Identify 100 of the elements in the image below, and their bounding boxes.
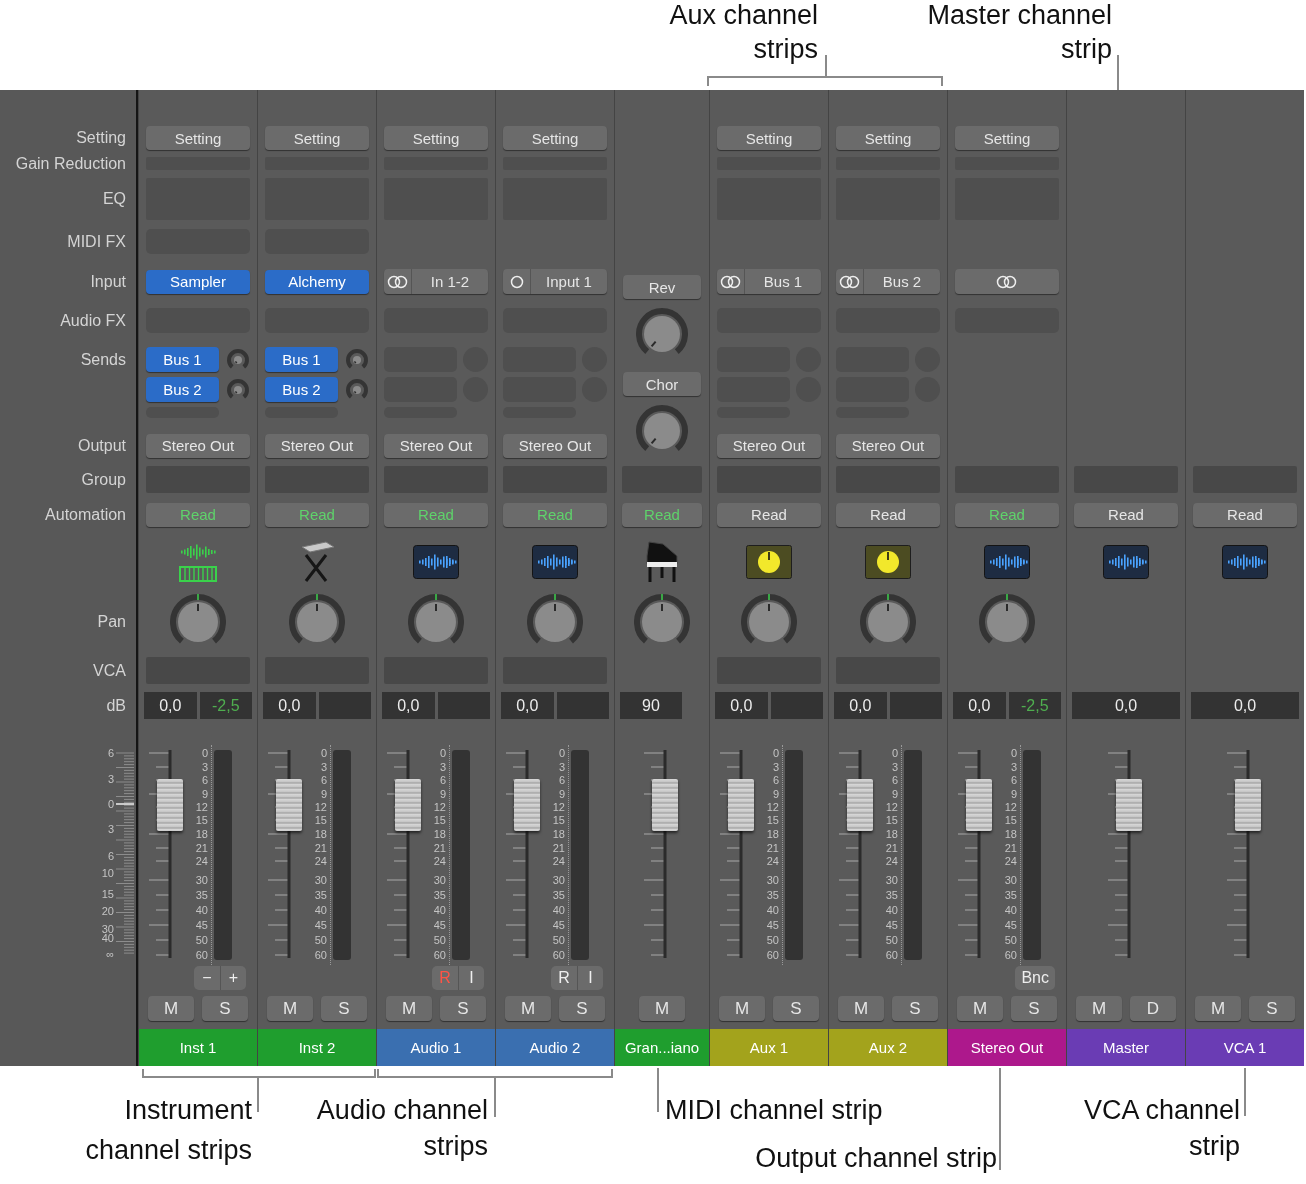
peak-readout[interactable]: -2,5 [199,692,252,719]
channel-name[interactable]: Master [1067,1029,1185,1066]
input-button[interactable]: Bus 2 [836,269,940,294]
channel-name[interactable]: Aux 1 [710,1029,828,1066]
fader-handle[interactable] [966,779,992,832]
fader-handle[interactable] [514,779,540,832]
send-button[interactable]: Bus 1 [146,347,219,372]
fader-handle[interactable] [157,779,183,832]
send-button[interactable]: Bus 1 [265,347,338,372]
volume-readout[interactable]: 0,0 [263,692,316,719]
channel-button[interactable]: M [386,996,432,1021]
peak-readout[interactable] [889,692,942,719]
output-button[interactable]: Stereo Out [265,433,369,458]
fader-handle[interactable] [395,779,421,832]
channel-name[interactable]: VCA 1 [1186,1029,1304,1066]
channel-button[interactable]: M [267,996,313,1021]
channel-button[interactable]: M [148,996,194,1021]
channel-button[interactable]: M [838,996,884,1021]
channel-button[interactable]: S [440,996,486,1021]
volume-readout[interactable]: 0,0 [953,692,1006,719]
track-option-button[interactable]: − [194,966,220,990]
setting-button[interactable]: Setting [717,126,821,150]
channel-button[interactable]: S [321,996,367,1021]
volume-readout[interactable]: 0,0 [1072,692,1180,719]
automation-button[interactable]: Read [1193,502,1297,527]
channel-name[interactable]: Audio 2 [496,1029,614,1066]
peak-readout[interactable] [556,692,609,719]
fader-handle[interactable] [728,779,754,832]
input-button[interactable]: Input 1 [503,269,607,294]
track-option-button[interactable]: R [551,966,577,990]
channel-button[interactable]: M [639,996,685,1021]
fader-handle[interactable] [847,779,873,832]
channel-button[interactable]: S [1249,996,1295,1021]
automation-button[interactable]: Read [503,502,607,527]
setting-button[interactable]: Setting [503,126,607,150]
input-button[interactable]: In 1-2 [384,269,488,294]
peak-readout[interactable] [437,692,490,719]
channel-button[interactable]: M [1195,996,1241,1021]
instrument-plugin-button[interactable]: Alchemy [265,269,369,294]
automation-button[interactable]: Read [622,502,702,527]
volume-readout[interactable]: 0,0 [834,692,887,719]
channel-button[interactable]: S [1011,996,1057,1021]
channel-button[interactable]: M [505,996,551,1021]
setting-button[interactable]: Setting [955,126,1059,150]
channel-button[interactable]: S [892,996,938,1021]
track-option-button[interactable]: I [458,966,484,990]
setting-button[interactable]: Setting [265,126,369,150]
automation-button[interactable]: Read [146,502,250,527]
channel-button[interactable]: S [559,996,605,1021]
channel-button[interactable]: S [773,996,819,1021]
input-button[interactable]: Bus 1 [717,269,821,294]
meter-scale-label: 9 [772,788,779,800]
input-button[interactable] [955,269,1059,294]
velocity-readout[interactable]: 90 [620,692,682,719]
output-button[interactable]: Stereo Out [146,433,250,458]
automation-button[interactable]: Read [717,502,821,527]
volume-readout[interactable]: 0,0 [715,692,768,719]
track-option-button[interactable]: + [220,966,246,990]
track-option-button[interactable]: I [577,966,603,990]
volume-readout[interactable]: 0,0 [501,692,554,719]
output-button[interactable]: Stereo Out [717,433,821,458]
send-button[interactable]: Chor [623,372,701,396]
fader-handle[interactable] [652,779,678,832]
send-button[interactable]: Bus 2 [265,377,338,402]
track-option-button[interactable]: Bnc [1015,966,1055,990]
setting-button[interactable]: Setting [836,126,940,150]
fader-scale-label: 10 [101,867,114,879]
channel-name[interactable]: Audio 1 [377,1029,495,1066]
volume-readout[interactable]: 0,0 [144,692,197,719]
peak-readout[interactable] [318,692,371,719]
automation-button[interactable]: Read [384,502,488,527]
channel-button[interactable]: M [957,996,1003,1021]
send-button[interactable]: Rev [623,275,701,299]
output-button[interactable]: Stereo Out [836,433,940,458]
channel-button[interactable]: S [202,996,248,1021]
channel-button[interactable]: D [1130,996,1176,1021]
setting-button[interactable]: Setting [384,126,488,150]
volume-readout[interactable]: 0,0 [382,692,435,719]
automation-button[interactable]: Read [1074,502,1178,527]
automation-button[interactable]: Read [836,502,940,527]
output-button[interactable]: Stereo Out [503,433,607,458]
instrument-plugin-button[interactable]: Sampler [146,269,250,294]
peak-readout[interactable]: -2,5 [1008,692,1061,719]
channel-button[interactable]: M [1076,996,1122,1021]
channel-button[interactable]: M [719,996,765,1021]
channel-name[interactable]: Stereo Out [948,1029,1066,1066]
setting-button[interactable]: Setting [146,126,250,150]
channel-name[interactable]: Aux 2 [829,1029,947,1066]
fader-handle[interactable] [1116,779,1142,832]
output-button[interactable]: Stereo Out [384,433,488,458]
fader-handle[interactable] [1235,779,1261,832]
channel-name[interactable]: Inst 2 [258,1029,376,1066]
peak-readout[interactable] [770,692,823,719]
automation-button[interactable]: Read [955,502,1059,527]
send-button[interactable]: Bus 2 [146,377,219,402]
volume-readout[interactable]: 0,0 [1191,692,1299,719]
automation-button[interactable]: Read [265,502,369,527]
fader-handle[interactable] [276,779,302,832]
channel-name[interactable]: Inst 1 [139,1029,257,1066]
channel-name[interactable]: Gran...iano [615,1029,709,1066]
